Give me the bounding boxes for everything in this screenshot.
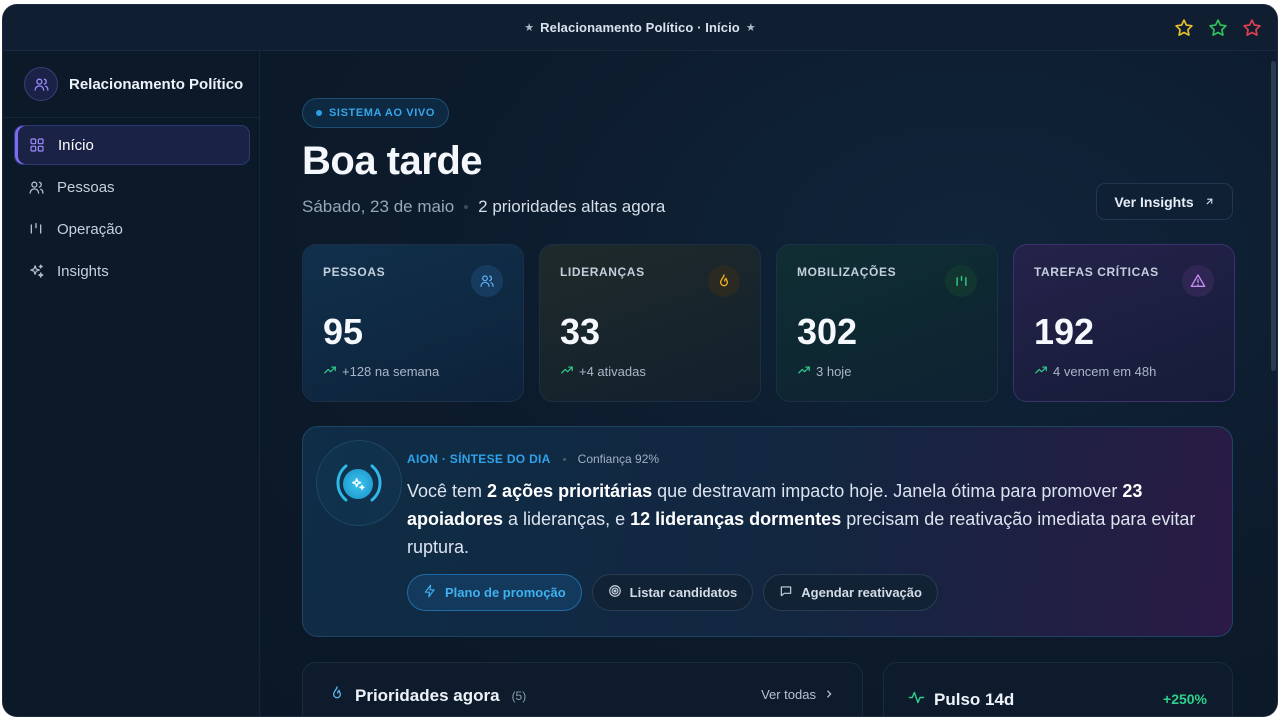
flame-icon (329, 685, 345, 706)
title-star-right-icon: ★ (745, 22, 756, 34)
warning-icon (1182, 265, 1214, 297)
pulse-title-text: Pulso 14d (934, 690, 1015, 709)
aion-tag: AION · SÍNTESE DO DIA (407, 452, 551, 466)
stat-delta: +128 na semana (323, 363, 439, 380)
stat-delta: +4 ativadas (560, 363, 646, 380)
main-content: SISTEMA AO VIVO Boa tarde Sábado, 23 de … (261, 51, 1277, 716)
trend-up-icon (797, 363, 811, 380)
priorities-title: Prioridades agora (5) (329, 685, 526, 706)
promotion-plan-button[interactable]: Plano de promoção (407, 574, 582, 611)
star-green-icon[interactable] (1207, 17, 1229, 39)
sidebar-item-label: Início (58, 136, 94, 154)
dot-separator (562, 457, 566, 461)
scrollbar[interactable] (1271, 61, 1276, 371)
users-icon (27, 178, 45, 196)
bars-icon (945, 265, 977, 297)
aion-header: AION · SÍNTESE DO DIA Confiança 92% (407, 452, 659, 466)
stat-value: 33 (560, 311, 601, 352)
aion-summary-text: Você tem 2 ações prioritárias que destra… (407, 481, 1196, 557)
highlight-actions: 2 ações prioritárias (487, 481, 653, 501)
current-date: Sábado, 23 de maio (302, 197, 455, 216)
sparkles-icon (27, 262, 45, 280)
bars-icon (27, 220, 45, 238)
chevron-right-icon (824, 687, 834, 702)
stat-delta-text: +4 ativadas (579, 364, 646, 379)
schedule-reactivation-label: Agendar reativação (801, 585, 922, 600)
view-insights-button[interactable]: Ver Insights (1096, 183, 1233, 220)
aion-sparkles-icon (343, 469, 373, 499)
sidebar-item-insights[interactable]: Insights (14, 251, 250, 291)
brand[interactable]: Relacionamento Político (24, 67, 243, 101)
live-status-badge: SISTEMA AO VIVO (302, 98, 449, 128)
list-candidates-label: Listar candidatos (629, 585, 738, 600)
priorities-count: (5) (511, 688, 527, 703)
flame-icon (708, 265, 740, 297)
stat-value: 192 (1034, 311, 1095, 352)
stat-delta-text: 4 vencem em 48h (1053, 364, 1157, 379)
brand-users-icon (24, 67, 58, 101)
window-title: Relacionamento Político · Início (540, 20, 740, 35)
live-status-label: SISTEMA AO VIVO (329, 107, 435, 119)
star-red-icon[interactable] (1241, 17, 1263, 39)
grid-icon (28, 136, 46, 154)
aion-confidence: Confiança 92% (577, 452, 660, 466)
window-controls (1173, 17, 1263, 39)
star-yellow-icon[interactable] (1173, 17, 1195, 39)
sidebar-item-label: Insights (57, 262, 109, 280)
aion-actions: Plano de promoção Listar candidatos Agen… (407, 574, 938, 611)
title-bar: ★ Relacionamento Político · Início ★ (3, 5, 1277, 51)
sidebar-item-inicio[interactable]: Início (14, 125, 250, 165)
schedule-reactivation-button[interactable]: Agendar reativação (763, 574, 938, 611)
brand-name: Relacionamento Político (69, 75, 244, 93)
see-all-label: Ver todas (761, 687, 816, 702)
sidebar-item-pessoas[interactable]: Pessoas (14, 167, 250, 207)
target-icon (608, 584, 622, 601)
promotion-plan-label: Plano de promoção (445, 585, 566, 600)
sidebar-item-operacao[interactable]: Operação (14, 209, 250, 249)
dot-separator (464, 205, 469, 209)
stat-value: 302 (797, 311, 858, 352)
trend-up-icon (560, 363, 574, 380)
stat-delta: 3 hoje (797, 363, 851, 380)
pulse-panel: Pulso 14d +250% (883, 662, 1233, 716)
page-title: Boa tarde (302, 139, 483, 183)
priorities-summary: 2 prioridades altas agora (478, 197, 666, 216)
pulse-title: Pulso 14d (908, 689, 1014, 711)
sidebar-item-label: Operação (57, 220, 123, 238)
stat-value: 95 (323, 311, 364, 352)
sidebar-divider (3, 117, 259, 118)
trend-up-icon (323, 363, 337, 380)
pulse-value: +250% (1163, 691, 1207, 707)
sidebar: Relacionamento Político Início Pessoas O… (3, 51, 260, 716)
highlight-dormant: 12 lideranças dormentes (630, 509, 842, 529)
list-candidates-button[interactable]: Listar candidatos (591, 574, 754, 611)
message-icon (779, 584, 793, 601)
title-star-left-icon: ★ (524, 22, 535, 34)
stat-card-liderancas[interactable]: LIDERANÇAS 33 +4 ativadas (539, 244, 761, 402)
stat-card-pessoas[interactable]: PESSOAS 95 +128 na semana (302, 244, 524, 402)
priorities-panel: Prioridades agora (5) Ver todas (302, 662, 863, 716)
stat-card-tarefas-criticas[interactable]: TAREFAS CRÍTICAS 192 4 vencem em 48h (1013, 244, 1235, 402)
live-dot-icon (316, 110, 322, 116)
aion-summary-card: AION · SÍNTESE DO DIA Confiança 92% Você… (302, 426, 1233, 637)
app-window: ★ Relacionamento Político · Início ★ Rel… (3, 5, 1277, 716)
priorities-title-text: Prioridades agora (355, 685, 500, 705)
sidebar-item-label: Pessoas (57, 178, 115, 196)
users-icon (471, 265, 503, 297)
stat-delta: 4 vencem em 48h (1034, 363, 1156, 380)
see-all-link[interactable]: Ver todas (761, 687, 834, 702)
stat-card-mobilizacoes[interactable]: MOBILIZAÇÕES 302 3 hoje (776, 244, 998, 402)
stat-delta-text: +128 na semana (342, 364, 440, 379)
arrow-up-right-icon (1204, 194, 1215, 210)
bolt-icon (423, 584, 437, 601)
pulse-icon (908, 689, 925, 711)
view-insights-label: Ver Insights (1114, 193, 1194, 210)
stat-delta-text: 3 hoje (816, 364, 852, 379)
trend-up-icon (1034, 363, 1048, 380)
sidebar-nav: Início Pessoas Operação Insights (14, 125, 250, 293)
page-subtitle: Sábado, 23 de maio 2 prioridades altas a… (302, 197, 665, 217)
